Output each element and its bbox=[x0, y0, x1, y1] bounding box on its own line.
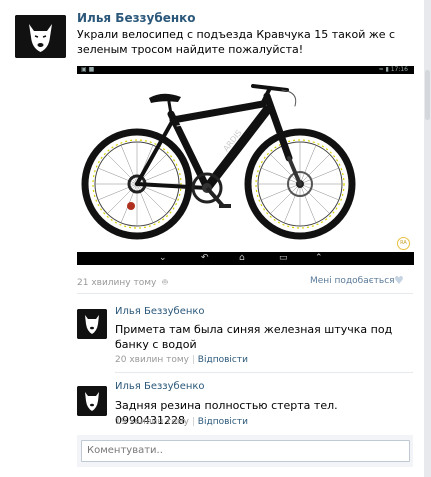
comment-avatar[interactable] bbox=[77, 309, 107, 339]
comment-author-name[interactable]: Илья Беззубенко bbox=[115, 306, 205, 317]
nav-home-icon: ⌂ bbox=[239, 253, 245, 263]
divider bbox=[77, 293, 413, 294]
post-text: Украли велосипед с подъезда Кравчука 15 … bbox=[77, 28, 396, 56]
nav-up-icon: ⌃ bbox=[315, 253, 323, 263]
wall-post: Илья Беззубенко Украли велосипед с подъе… bbox=[0, 0, 424, 477]
comment-meta: 19 хвилин тому | Відповісти bbox=[115, 417, 248, 427]
like-button-label[interactable]: Мені подобається bbox=[310, 276, 395, 286]
author-avatar[interactable] bbox=[15, 15, 66, 58]
scrollbar[interactable] bbox=[424, 0, 431, 477]
phone-nav-bar: ⌄ ↶ ⌂ ▭ ⌃ bbox=[77, 252, 414, 265]
bicycle-image: ARDIS bbox=[81, 84, 356, 240]
comment-time[interactable]: 19 хвилин тому bbox=[115, 417, 189, 427]
comment-text: Примета там была синяя железная штучка п… bbox=[115, 323, 393, 351]
divider bbox=[115, 372, 413, 373]
nav-down-icon: ⌄ bbox=[159, 253, 167, 263]
reply-link[interactable]: Відповісти bbox=[198, 417, 248, 427]
scrollbar-thumb[interactable] bbox=[425, 70, 430, 120]
bike-seat bbox=[149, 93, 181, 103]
derailleur bbox=[127, 202, 135, 210]
comment-time[interactable]: 20 хвилин тому bbox=[115, 355, 189, 365]
android-icon: 🤖︎ bbox=[162, 278, 168, 288]
pitbull-logo-icon bbox=[77, 309, 107, 339]
pitbull-logo-icon bbox=[77, 386, 107, 416]
watermark-badge: RA bbox=[397, 237, 410, 250]
post-time-text[interactable]: 21 хвилину тому bbox=[77, 278, 156, 288]
post-photo[interactable]: ▣ ■ ≈ ▮ 17:16 ARDIS RA ⌄ ↶ ⌂ ▭ ⌃ bbox=[77, 66, 414, 265]
post-author-name[interactable]: Илья Беззубенко bbox=[77, 11, 196, 25]
comment-avatar[interactable] bbox=[77, 386, 107, 416]
nav-back-icon: ↶ bbox=[201, 253, 209, 263]
comment-meta: 20 хвилин тому | Відповісти bbox=[115, 355, 248, 365]
comment-author-name[interactable]: Илья Беззубенко bbox=[115, 381, 205, 392]
pitbull-logo-icon bbox=[15, 15, 66, 58]
reply-link[interactable]: Відповісти bbox=[198, 355, 248, 365]
post-time[interactable]: 21 хвилину тому 🤖︎ bbox=[77, 276, 168, 289]
comment-input[interactable]: Коментувати.. bbox=[81, 440, 410, 462]
nav-recent-icon: ▭ bbox=[279, 253, 288, 263]
comment-form: Коментувати.. bbox=[77, 435, 413, 467]
heart-icon[interactable]: ♥ bbox=[394, 274, 404, 287]
